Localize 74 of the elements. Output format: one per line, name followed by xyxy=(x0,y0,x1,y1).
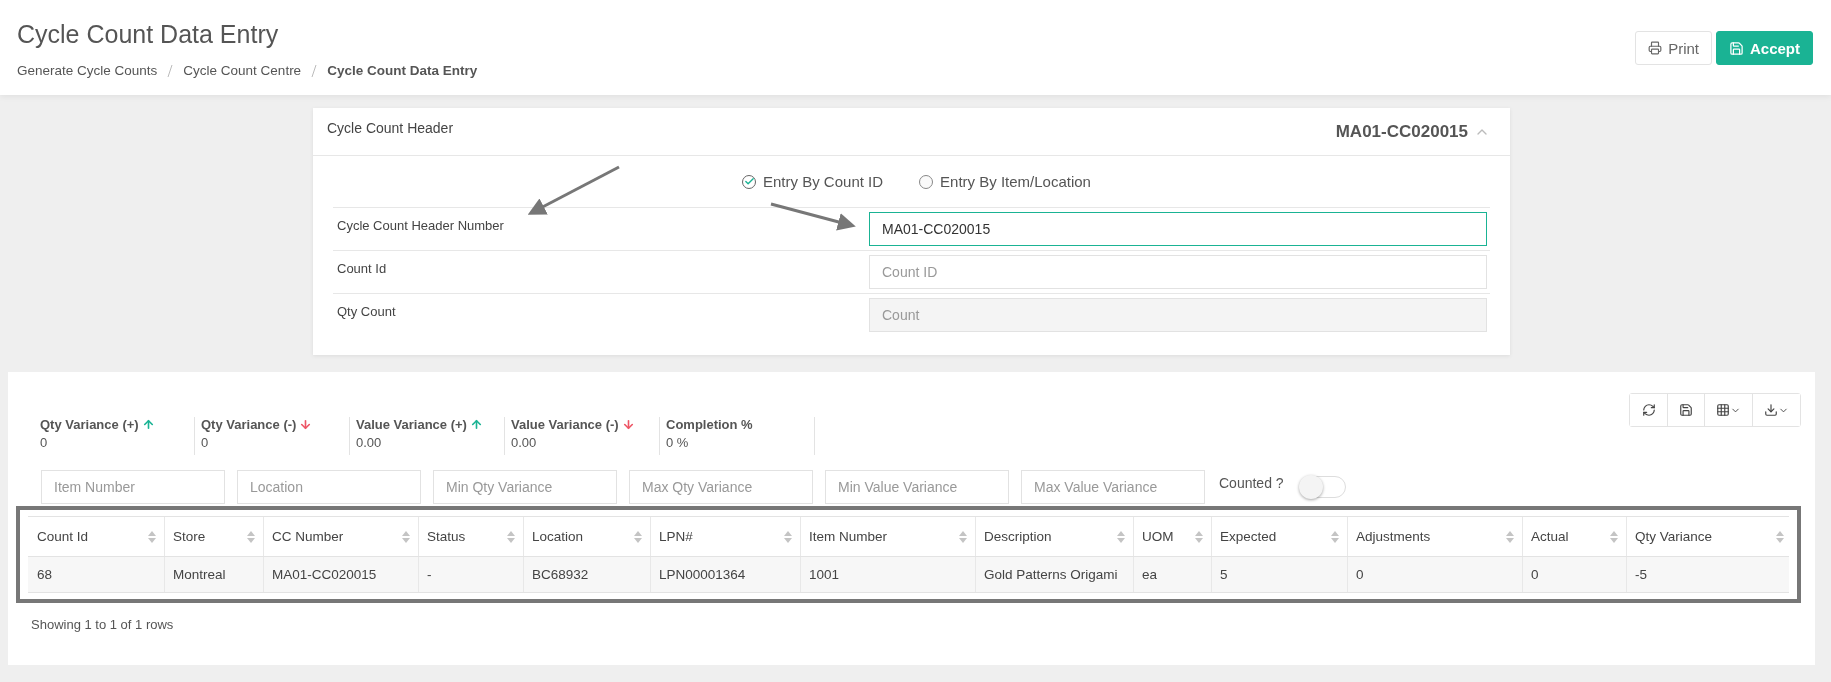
stat-label: Value Variance (-) xyxy=(511,417,619,432)
filter-field[interactable]: Min Value Variance xyxy=(825,470,1009,504)
export-button[interactable] xyxy=(1752,394,1800,426)
stat-value: 0 xyxy=(40,435,49,450)
card-title: Cycle Count Header xyxy=(327,119,454,136)
stat-value: 0.00 xyxy=(511,435,538,450)
toggle-switch[interactable] xyxy=(1299,476,1346,498)
download-icon xyxy=(1764,403,1778,417)
sort-icon xyxy=(402,530,410,543)
count-number: MA01-CC020015 xyxy=(1335,121,1468,142)
sort-icon xyxy=(634,530,642,543)
save-icon xyxy=(1728,40,1744,56)
printer-icon xyxy=(1648,41,1663,55)
sort-icon xyxy=(148,530,156,543)
table-cell: 0 xyxy=(1347,557,1522,592)
field-label: Count Id xyxy=(337,261,387,276)
check-icon xyxy=(743,176,755,187)
radio-button[interactable] xyxy=(919,174,934,189)
breadcrumb-link[interactable]: Cycle Count Centre xyxy=(183,63,302,78)
arrow-down-icon xyxy=(621,418,635,431)
arrow-down-icon xyxy=(299,418,313,431)
filter-field[interactable]: Min Qty Variance xyxy=(433,470,617,504)
breadcrumb-current: Cycle Count Data Entry xyxy=(327,63,478,78)
table-cell: Gold Patterns Origami xyxy=(975,557,1133,592)
breadcrumb-separator-icon xyxy=(167,63,174,78)
breadcrumb-link[interactable]: Generate Cycle Counts xyxy=(17,63,158,78)
filter-field[interactable]: Max Value Variance xyxy=(1021,470,1205,504)
table-cell: 1001 xyxy=(800,557,975,592)
refresh-icon xyxy=(1642,403,1656,417)
stat-value: 0 xyxy=(201,435,210,450)
sort-icon xyxy=(784,530,792,543)
sort-icon xyxy=(1610,530,1618,543)
table-cell: ea xyxy=(1133,557,1211,592)
toggle-label: Counted ? xyxy=(1219,475,1284,491)
stat-label: Value Variance (+) xyxy=(356,417,467,432)
field-label: Qty Count xyxy=(337,304,396,319)
sort-icon xyxy=(1776,530,1784,543)
print-button[interactable]: Print xyxy=(1635,31,1712,65)
filter-field[interactable]: Location xyxy=(237,470,421,504)
stat-value: 0 % xyxy=(666,435,690,450)
sort-icon xyxy=(1195,530,1203,543)
sort-icon xyxy=(247,530,255,543)
stat-label: Qty Variance (+) xyxy=(40,417,139,432)
table-cell: BC68932 xyxy=(523,557,650,592)
grid-icon xyxy=(1716,403,1730,417)
table-cell: -5 xyxy=(1626,557,1792,592)
arrow-up-icon xyxy=(469,418,483,431)
radio-button[interactable] xyxy=(742,174,756,189)
input-field[interactable]: MA01-CC020015 xyxy=(869,212,1487,246)
table-cell: 5 xyxy=(1211,557,1347,592)
field-label: Cycle Count Header Number xyxy=(337,218,504,233)
stat-value: 0.00 xyxy=(356,435,383,450)
table-cell: LPN00001364 xyxy=(650,557,800,592)
save-icon xyxy=(1679,403,1693,417)
sort-icon xyxy=(1331,530,1339,543)
filter-field[interactable]: Item Number xyxy=(41,470,225,504)
arrow-up-icon xyxy=(141,418,155,431)
table-cell: - xyxy=(418,557,523,592)
stat-label: Completion % xyxy=(666,417,753,432)
breadcrumb-separator-icon xyxy=(311,63,318,78)
table-cell: 0 xyxy=(1522,557,1626,592)
pagination-info: Showing 1 to 1 of 1 rows xyxy=(31,617,175,632)
filter-field[interactable]: Max Qty Variance xyxy=(629,470,813,504)
sort-icon xyxy=(507,530,515,543)
table-cell: MA01-CC020015 xyxy=(263,557,418,592)
input-field[interactable]: Count ID xyxy=(869,255,1487,289)
table-cell-text: 68 xyxy=(36,566,54,584)
sort-icon xyxy=(959,530,967,543)
column-header[interactable]: Count Id xyxy=(28,517,164,556)
sort-icon xyxy=(1117,530,1125,543)
page-title: Cycle Count Data Entry xyxy=(17,20,280,49)
sort-icon xyxy=(1506,530,1514,543)
stat-label: Qty Variance (-) xyxy=(201,417,297,432)
table-cell: Montreal xyxy=(164,557,263,592)
